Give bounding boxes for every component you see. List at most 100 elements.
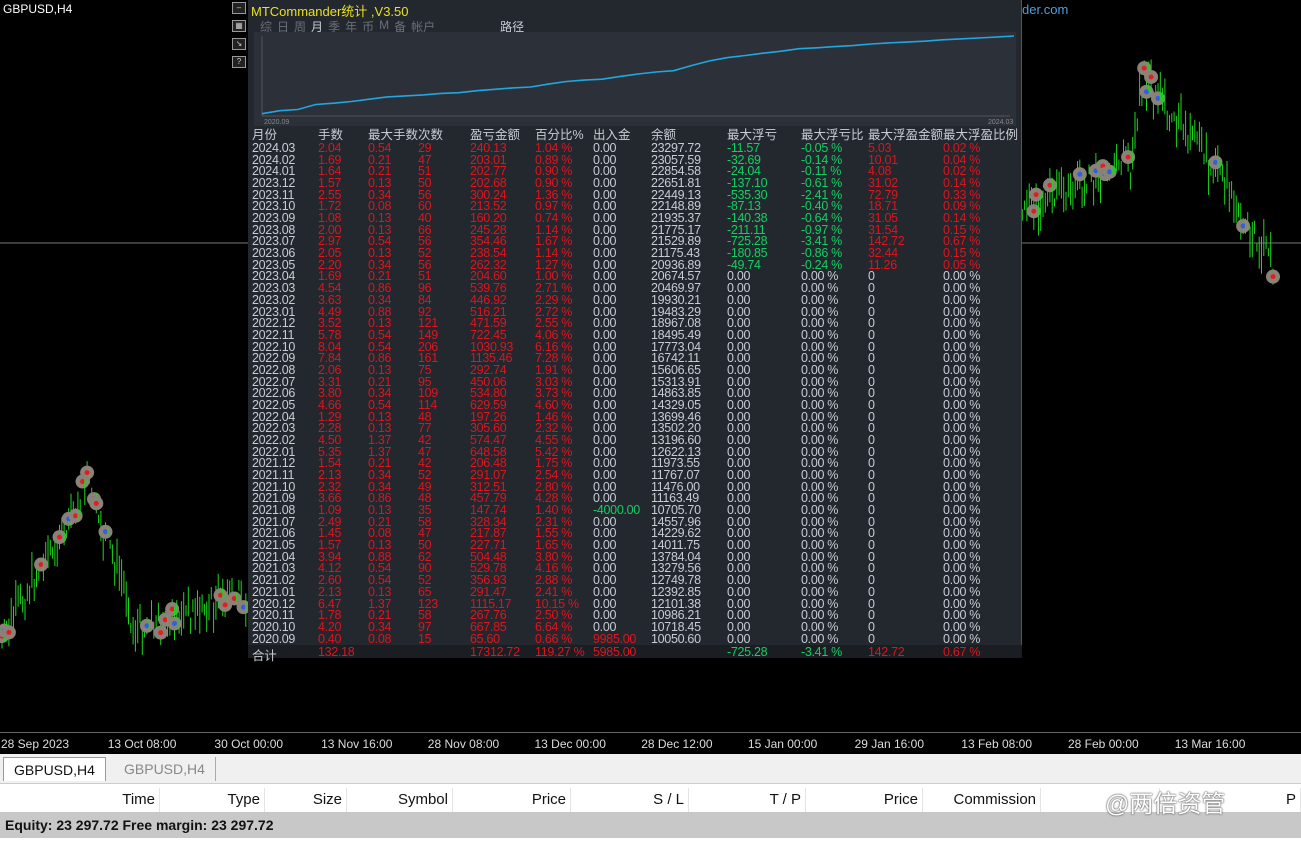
table-row: 2021.11 2.13 0.34 52 291.07 2.54 % 0.00 11767.0…	[248, 469, 1022, 482]
table-cell: 0	[868, 631, 875, 646]
table-row: 2023.09 1.08 0.13 40 160.20 0.74 % 0.00 21935.3…	[248, 212, 1022, 225]
trade-column-header[interactable]: Type	[160, 788, 265, 812]
table-cell: 0.00 %	[801, 631, 839, 646]
table-row: 2021.02 2.60 0.54 52 356.93 2.88 % 0.00 12749.7…	[248, 574, 1022, 587]
total-row: 合计 132.18 17312.72 119.27 % 5985.00 -725.28 -3…	[248, 645, 1022, 663]
total-cell: -3.41 %	[801, 645, 842, 659]
stats-panel: MTCommander统计 ,V3.50 综日周月季年币 M 备帐户 路径 2020.…	[248, 0, 1022, 663]
trade-column-header[interactable]: Time	[0, 788, 160, 812]
table-row: 2022.08 2.06 0.13 75 292.74 1.91 % 0.00 15606.6…	[248, 364, 1022, 377]
tab-chart-1[interactable]: GBPUSD,H4	[3, 757, 106, 781]
total-cell: 119.27 %	[535, 645, 585, 659]
time-tick: 29 Jan 16:00	[854, 737, 924, 751]
table-cell: 0.00	[727, 631, 751, 646]
equity-start-label: 2020.09	[264, 119, 289, 126]
table-row: 2022.03 2.28 0.13 77 305.60 2.32 % 0.00 13502.2…	[248, 422, 1022, 435]
time-axis: 28 Sep 2023 13 Oct 08:00 30 Oct 00:00 13 No…	[0, 732, 1301, 754]
minimize-icon[interactable]: –	[232, 2, 246, 14]
table-row: 2021.03 4.12 0.54 90 529.78 4.16 % 0.00 13279.5…	[248, 562, 1022, 575]
trade-column-header[interactable]: Size	[265, 788, 347, 812]
time-tick: 13 Nov 16:00	[321, 737, 393, 751]
table-row: 2024.03 2.04 0.54 29 240.13 1.04 % 0.00 23297.7…	[248, 142, 1022, 155]
trade-column-header[interactable]: T / P	[689, 788, 806, 812]
table-row: 2024.01 1.64 0.21 51 202.77 0.90 % 0.00 22854.5…	[248, 165, 1022, 178]
table-row: 2020.12 6.47 1.37 123 1115.17 10.15 % 0.00 1210…	[248, 597, 1022, 611]
table-row: 2021.01 2.13 0.13 65 291.47 2.41 % 0.00 12392.8…	[248, 586, 1022, 599]
total-cell: 17312.72	[470, 645, 520, 659]
table-row: 2020.11 1.78 0.21 58 267.76 2.50 % 0.00 10986.2…	[248, 609, 1022, 622]
table-row: 2023.06 2.05 0.13 52 238.54 1.14 % 0.00 21175.4…	[248, 247, 1022, 260]
chart-icon[interactable]: ↘	[232, 38, 246, 50]
column-header: 次数	[418, 128, 444, 142]
table-row: 2021.10 2.32 0.34 49 312.51 2.80 % 0.00 11476.0…	[248, 481, 1022, 494]
table-row: 2023.05 2.20 0.34 56 262.32 1.27 % 0.00 20936.8…	[248, 259, 1022, 272]
total-cell: 142.72	[868, 645, 905, 659]
time-tick: 28 Dec 12:00	[641, 737, 713, 751]
equity-curve-chart: 2020.09 2024.03	[254, 32, 1016, 126]
table-row: 2021.07 2.49 0.21 58 328.34 2.31 % 0.00 14557.9…	[248, 516, 1022, 529]
time-tick: 30 Oct 00:00	[214, 737, 284, 751]
column-header: 最大浮亏	[727, 128, 778, 142]
column-header: 最大浮盈比例	[943, 128, 1019, 142]
equity-end-label: 2024.03	[988, 119, 1013, 126]
total-cell: -725.28	[727, 645, 768, 659]
table-row: 2023.10 1.72 0.08 60 213.52 0.97 % 0.00 22148.8…	[248, 200, 1022, 213]
table-row: 2022.01 5.35 1.37 47 648.58 5.42 % 0.00 12622.1…	[248, 446, 1022, 459]
trade-marker-icon	[89, 496, 104, 511]
time-tick: 28 Sep 2023	[1, 737, 70, 751]
time-tick: 28 Nov 08:00	[427, 737, 500, 751]
table-row: 2022.04 1.29 0.13 48 197.26 1.46 % 0.00 13699.4…	[248, 411, 1022, 424]
help-icon[interactable]: ?	[232, 56, 246, 68]
column-header: 最大浮盈金额	[868, 128, 944, 142]
table-row: 2022.09 7.84 0.86 161 1135.46 7.28 % 0.00 16742…	[248, 352, 1022, 365]
trade-column-header[interactable]: Price	[453, 788, 571, 812]
table-cell: 65.60	[470, 631, 500, 646]
column-header: 盈亏金额	[470, 128, 521, 142]
table-cell: 0.00 %	[943, 631, 981, 646]
table-row: 2023.08 2.00 0.13 66 245.28 1.14 % 0.00 21775.1…	[248, 224, 1022, 237]
table-row: 2023.02 3.63 0.34 84 446.92 2.29 % 0.00 19930.2…	[248, 294, 1022, 307]
table-row: 2021.06 1.45 0.08 47 217.87 1.55 % 0.00 14229.6…	[248, 527, 1022, 540]
chart-symbol-label: GBPUSD,H4	[3, 2, 73, 16]
trade-column-header[interactable]: S / L	[571, 788, 689, 812]
table-row: 2022.02 4.50 1.37 42 574.47 4.55 % 0.00 13196.6…	[248, 434, 1022, 447]
price-chart[interactable]: GBPUSD,H4 – ▦ ↘ ? http://MTCommander.com…	[0, 0, 1301, 732]
table-row: 2022.12 3.52 0.13 121 471.59 2.55 % 0.00 18967.…	[248, 317, 1022, 330]
table-row: 2022.06 3.80 0.34 109 534.80 3.73 % 0.00 14863.…	[248, 387, 1022, 400]
trade-column-header[interactable]: Commission	[923, 788, 1041, 812]
total-cell: 132.18	[318, 645, 355, 659]
trade-marker-icon	[80, 465, 95, 480]
trade-marker-icon	[1042, 178, 1057, 193]
table-row: 2024.02 1.69 0.21 47 203.01 0.89 % 0.00 23057.5…	[248, 154, 1022, 167]
table-row: 2023.12 1.57 0.13 50 202.68 0.90 % 0.00 22651.8…	[248, 177, 1022, 190]
table-row: 2021.08 1.09 0.13 35 147.74 1.40 % -4000.00 107…	[248, 504, 1022, 517]
table-row: 2022.11 5.78 0.54 149 722.45 4.06 % 0.00 18495.…	[248, 329, 1022, 342]
table-row: 2022.07 3.31 0.21 95 450.06 3.03 % 0.00 15313.9…	[248, 375, 1022, 389]
column-header: 百分比%	[535, 128, 584, 142]
table-cell: 0.08	[368, 631, 392, 646]
column-header: 最大浮亏比	[801, 128, 864, 142]
table-row: 2021.12 1.54 0.21 42 206.48 1.75 % 0.00 11973.5…	[248, 457, 1022, 470]
table-cell: 0.66 %	[535, 631, 573, 646]
column-header: 最大手数	[368, 128, 419, 142]
column-header: 余额	[651, 128, 677, 142]
time-tick: 13 Mar 16:00	[1174, 737, 1246, 751]
table-cell: 0.40	[318, 631, 342, 646]
table-row: 2022.05 4.66 0.54 114 629.59 4.60 % 0.00 14329.…	[248, 399, 1022, 412]
trade-column-header[interactable]: Symbol	[347, 788, 453, 812]
total-cell: 5985.00	[593, 645, 637, 659]
tab-chart-2[interactable]: GBPUSD,H4	[114, 757, 216, 781]
column-header: 月份	[252, 128, 278, 142]
trade-marker-icon	[1266, 269, 1280, 284]
screenshot-icon[interactable]: ▦	[232, 20, 246, 32]
table-row: 2023.07 2.97 0.54 56 354.46 1.67 % 0.00 21529.8…	[248, 235, 1022, 248]
table-row: 2022.10 8.04 0.54 206 1030.93 6.16 % 0.00 17773…	[248, 340, 1022, 354]
table-row: 2021.05 1.57 0.13 50 227.71 1.65 % 0.00 14011.7…	[248, 539, 1022, 552]
column-header: 出入金	[593, 128, 631, 142]
time-tick: 15 Jan 00:00	[747, 737, 818, 751]
table-cell: 15	[418, 631, 432, 646]
time-tick: 13 Oct 08:00	[107, 737, 177, 751]
trade-column-header[interactable]: Price	[806, 788, 923, 812]
watermark: @两倍资管	[1105, 791, 1226, 818]
total-cell: 0.67 %	[943, 645, 981, 659]
